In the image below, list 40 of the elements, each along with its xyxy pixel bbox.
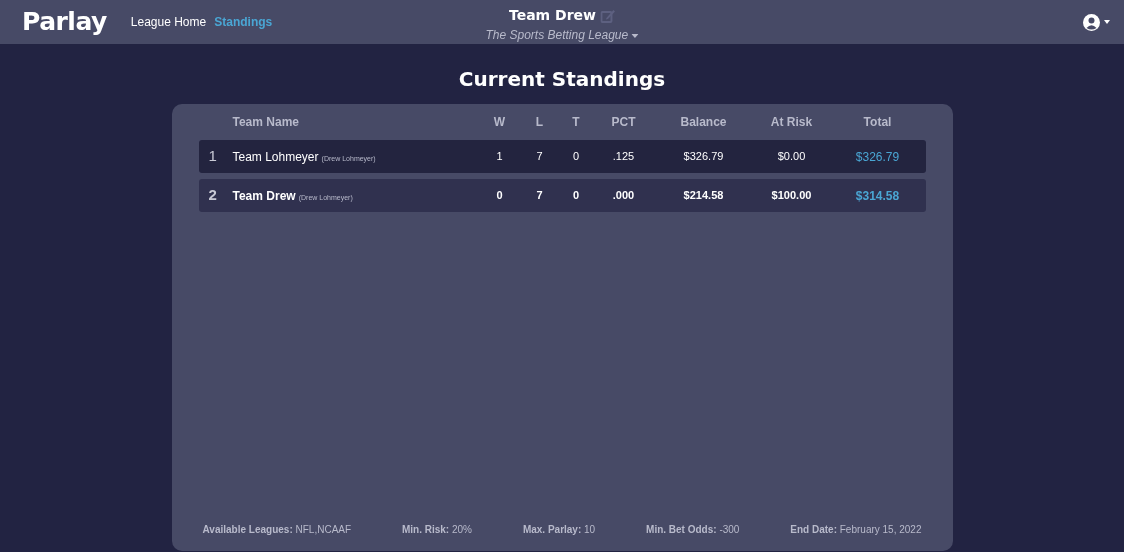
table-cell-text: $0.00: [776, 149, 807, 165]
league-dropdown[interactable]: The Sports Betting League: [485, 26, 639, 44]
table-cell-text: $326.79: [682, 149, 725, 165]
column-header: PCT: [610, 114, 637, 131]
table-cell-text: 7: [535, 188, 544, 204]
table-cell-text: 0: [571, 149, 581, 165]
column-header: At Risk: [769, 114, 814, 131]
page-title: Current Standings: [457, 66, 667, 93]
table-cell-text: 1: [495, 149, 504, 165]
table-cell-text: $214.58: [682, 188, 725, 204]
team-name: Team Drew: [508, 6, 596, 25]
league-setting: End Date: February 15, 2022: [790, 523, 922, 537]
table-cell-text: .000: [611, 188, 636, 204]
column-header: Team Name: [232, 114, 300, 131]
column-header: T: [571, 114, 581, 131]
league-setting: Min. Risk: 20%: [401, 523, 472, 537]
rank-cell-text: 1: [207, 146, 218, 167]
account-menu[interactable]: [1083, 13, 1110, 31]
table-cell-text: 0: [495, 188, 504, 204]
rank-cell-text: 2: [207, 185, 218, 206]
table-cell-text: 0: [571, 188, 581, 204]
column-header: W: [492, 114, 507, 131]
team-name: Team Drew: [232, 188, 296, 203]
caret-icon: [1104, 20, 1110, 24]
table-cell-text: $100.00: [770, 188, 813, 204]
team-name: Team Lohmeyer: [232, 149, 319, 164]
caret-icon: [631, 33, 639, 38]
league-setting: Max. Parlay: 10: [522, 523, 596, 537]
total-cell-text: $326.79: [854, 148, 901, 166]
column-header: Balance: [679, 114, 728, 131]
brand-logo[interactable]: Parlay: [22, 3, 107, 41]
league-setting: Available Leagues: NFL,NCAAF: [202, 523, 352, 537]
column-header: L: [534, 114, 545, 131]
table-cell-text: .125: [611, 149, 636, 165]
column-header: Total: [862, 114, 893, 131]
table-cell-text: 7: [535, 149, 544, 165]
league-setting: Min. Bet Odds: -300: [646, 523, 740, 537]
nav-link[interactable]: League Home: [130, 13, 207, 31]
total-cell-text: $314.58: [854, 187, 901, 205]
user-icon: [1083, 13, 1100, 31]
